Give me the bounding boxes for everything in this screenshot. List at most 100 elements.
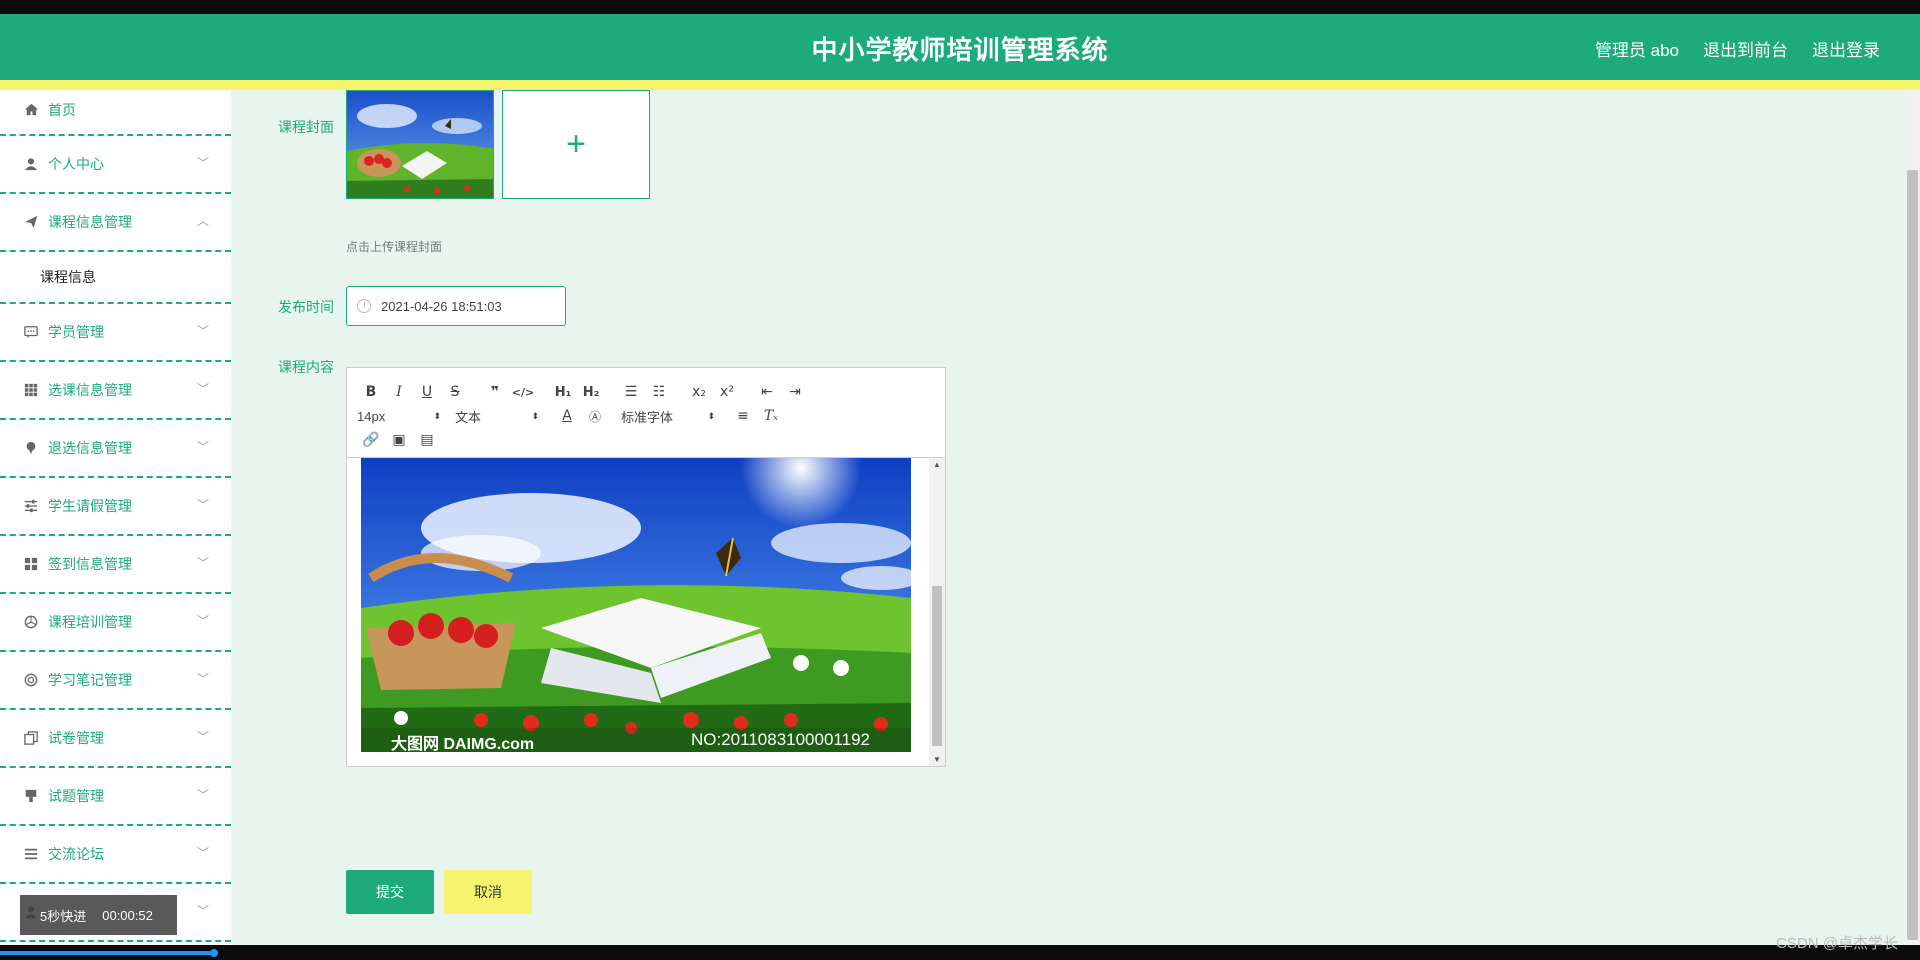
sidebar-item-personal-center[interactable]: 个人中心 ﹀ bbox=[0, 136, 231, 194]
header-accent-bar bbox=[0, 80, 1920, 90]
code-block-icon[interactable]: </> bbox=[509, 386, 537, 399]
superscript-icon[interactable]: x² bbox=[713, 384, 741, 400]
font-size-select[interactable]: 14px ⬍ bbox=[357, 409, 441, 424]
sidebar-item-training[interactable]: 课程培训管理 ﹀ bbox=[0, 594, 231, 652]
clear-format-icon[interactable]: Tₓ bbox=[757, 408, 785, 424]
video-icon[interactable]: ▤ bbox=[413, 432, 441, 448]
editor-scroll-thumb[interactable] bbox=[932, 586, 942, 746]
chevron-down-icon: ﹀ bbox=[196, 498, 209, 512]
sidebar-item-label: 交流论坛 bbox=[48, 846, 104, 862]
sidebar-item-label: 学习笔记管理 bbox=[48, 672, 132, 688]
sidebar-item-course-info[interactable]: 课程信息管理 ︿ bbox=[0, 194, 231, 252]
scroll-down-icon[interactable]: ▼ bbox=[933, 755, 941, 764]
publish-time-input[interactable]: 2021-04-26 18:51:03 bbox=[346, 286, 566, 326]
image-icon[interactable]: ▣ bbox=[385, 432, 413, 448]
sidebar-item-students[interactable]: 学员管理 ﹀ bbox=[0, 304, 231, 362]
video-time: 00:00:52 bbox=[102, 907, 153, 923]
sidebar-item-checkin[interactable]: 签到信息管理 ﹀ bbox=[0, 536, 231, 594]
heading1-icon[interactable]: H₁ bbox=[549, 385, 577, 400]
sidebar-item-forum[interactable]: 交流论坛 ﹀ bbox=[0, 826, 231, 884]
tag-icon bbox=[22, 787, 40, 805]
sidebar-subitem-course-info[interactable]: 课程信息 bbox=[0, 252, 231, 304]
blockquote-icon[interactable]: ❞ bbox=[481, 384, 509, 400]
sidebar-item-home[interactable]: 首页 bbox=[0, 90, 231, 136]
chevron-down-icon: ﹀ bbox=[196, 382, 209, 396]
font-color-icon[interactable]: A bbox=[553, 408, 581, 424]
user-icon bbox=[22, 155, 40, 173]
bullet-list-icon[interactable]: ☷ bbox=[645, 384, 673, 400]
scroll-up-icon[interactable]: ▲ bbox=[933, 460, 941, 469]
admin-user-label: 管理员 abo bbox=[1594, 41, 1679, 60]
sidebar-item-enrollment[interactable]: 选课信息管理 ﹀ bbox=[0, 362, 231, 420]
plus-icon: + bbox=[566, 125, 586, 163]
chevron-down-icon: ﹀ bbox=[196, 730, 209, 744]
editor-content-image[interactable]: 大图网 DAIMG.com NO:2011083100001192 bbox=[361, 408, 921, 758]
exit-to-front-link[interactable]: 退出到前台 bbox=[1703, 36, 1788, 61]
sidebar-item-label: 签到信息管理 bbox=[48, 556, 132, 572]
heading2-icon[interactable]: H₂ bbox=[577, 385, 605, 400]
sidebar-item-withdrawal[interactable]: 退选信息管理 ﹀ bbox=[0, 420, 231, 478]
bold-icon[interactable]: B bbox=[357, 384, 385, 400]
chevron-down-icon: ﹀ bbox=[196, 156, 209, 170]
copy-icon bbox=[22, 729, 40, 747]
cover-label: 课程封面 bbox=[278, 119, 334, 135]
sidebar: 首页 个人中心 ﹀ 课程信息管理 ︿ 课程信息 学员管理 ﹀ 选课信息管理 ﹀ … bbox=[0, 90, 231, 945]
sidebar-item-exam-papers[interactable]: 试卷管理 ﹀ bbox=[0, 710, 231, 768]
submit-button[interactable]: 提交 bbox=[346, 870, 434, 914]
sidebar-item-label: 课程培训管理 bbox=[48, 614, 132, 630]
chevron-down-icon: ﹀ bbox=[196, 614, 209, 628]
grid-icon bbox=[22, 381, 40, 399]
sidebar-item-leave[interactable]: 学生请假管理 ﹀ bbox=[0, 478, 231, 536]
logout-link[interactable]: 退出登录 bbox=[1812, 36, 1880, 61]
home-icon bbox=[22, 100, 40, 118]
sliders-icon bbox=[22, 497, 40, 515]
align-icon[interactable]: ≡ bbox=[729, 408, 757, 424]
select-arrow-icon: ⬍ bbox=[707, 410, 715, 421]
video-progress-handle[interactable] bbox=[210, 949, 218, 957]
italic-icon[interactable]: I bbox=[385, 384, 413, 400]
upload-cover-button[interactable]: + bbox=[502, 90, 650, 199]
image-watermark-left: 大图网 DAIMG.com bbox=[391, 736, 535, 753]
subscript-icon[interactable]: x₂ bbox=[685, 384, 713, 400]
cancel-button[interactable]: 取消 bbox=[444, 870, 532, 914]
sidebar-item-notes[interactable]: 学习笔记管理 ﹀ bbox=[0, 652, 231, 710]
chevron-up-icon: ︿ bbox=[196, 214, 209, 228]
csdn-watermark: CSDN @卓杰学长 bbox=[1776, 935, 1898, 952]
header-actions: 管理员 abo 退出到前台 退出登录 bbox=[1595, 36, 1880, 61]
select-arrow-icon: ⬍ bbox=[433, 410, 441, 421]
blocks-icon bbox=[22, 555, 40, 573]
editor-scrollbar[interactable]: ▲ ▼ bbox=[929, 458, 945, 766]
page-scroll-thumb[interactable] bbox=[1907, 170, 1918, 940]
link-icon[interactable]: 🔗 bbox=[357, 432, 385, 448]
video-bottom-bar bbox=[0, 945, 1920, 960]
chat-icon bbox=[22, 323, 40, 341]
menu-icon bbox=[22, 845, 40, 863]
text-type-select[interactable]: 文本 ⬍ bbox=[455, 407, 539, 426]
chevron-down-icon: ﹀ bbox=[196, 556, 209, 570]
background-color-icon[interactable]: Ⓐ bbox=[581, 408, 609, 425]
outdent-icon[interactable]: ⇤ bbox=[753, 384, 781, 400]
sidebar-item-label: 首页 bbox=[48, 102, 76, 118]
sidebar-item-label: 学生请假管理 bbox=[48, 498, 132, 514]
sidebar-item-label: 选课信息管理 bbox=[48, 382, 132, 398]
pin-icon bbox=[22, 439, 40, 457]
skip-forward-label[interactable]: 5秒快进 bbox=[40, 906, 86, 925]
chevron-down-icon: ﹀ bbox=[196, 904, 209, 918]
clock-icon bbox=[357, 299, 371, 313]
sidebar-item-label: 学员管理 bbox=[48, 324, 104, 340]
underline-icon[interactable]: U bbox=[413, 384, 441, 400]
sidebar-item-label: 个人中心 bbox=[48, 156, 104, 172]
font-family-select[interactable]: 标准字体 ⬍ bbox=[621, 407, 715, 426]
ordered-list-icon[interactable]: ☰ bbox=[617, 384, 645, 400]
strikethrough-icon[interactable]: S bbox=[441, 384, 469, 400]
editor-toolbar: B I U S ❞ </> H₁ H₂ ☰ ☷ x₂ x² ⇤ ⇥ 14px⬍ bbox=[347, 368, 945, 458]
publish-time-label: 发布时间 bbox=[278, 299, 334, 315]
video-progress-bar[interactable] bbox=[0, 951, 215, 955]
app-header: 中小学教师培训管理系统 管理员 abo 退出到前台 退出登录 bbox=[0, 14, 1920, 80]
indent-icon[interactable]: ⇥ bbox=[781, 384, 809, 400]
cover-image-thumbnail[interactable] bbox=[346, 90, 494, 199]
video-player-overlay: 5秒快进 00:00:52 bbox=[20, 895, 177, 935]
sidebar-item-questions[interactable]: 试题管理 ﹀ bbox=[0, 768, 231, 826]
select-arrow-icon: ⬍ bbox=[531, 410, 539, 421]
chevron-down-icon: ﹀ bbox=[196, 846, 209, 860]
